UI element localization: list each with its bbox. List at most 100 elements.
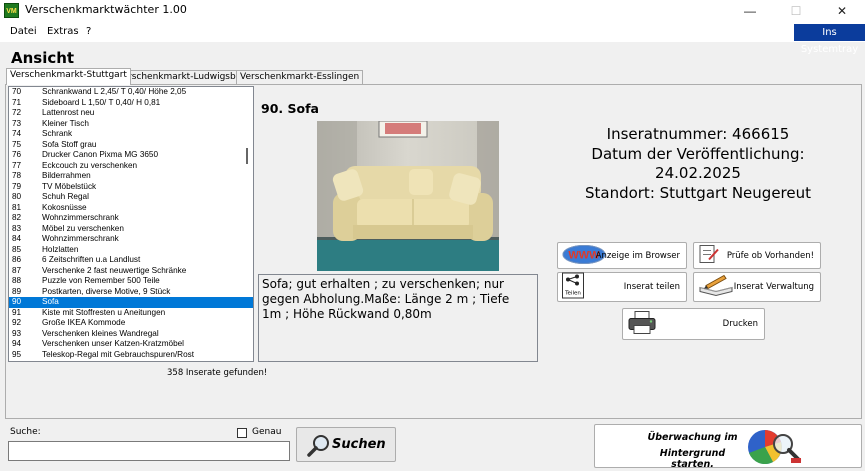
list-item-text: 6 Zeitschriften u.a Landlust (42, 255, 141, 264)
share-button[interactable]: Teilen Inserat teilen (557, 272, 687, 302)
check-button[interactable]: Prüfe ob Vorhanden! (693, 242, 821, 269)
listing-photo (317, 121, 499, 271)
list-item-number: 81 (12, 202, 22, 212)
list-item-text: Puzzle von Remember 500 Teile (42, 276, 160, 285)
list-item-text: Postkarten, diverse Motive, 9 Stück (42, 286, 171, 296)
list-scrollbar[interactable] (246, 148, 248, 164)
list-item-text: Holzlatten (42, 244, 79, 254)
list-item[interactable]: 74 Schrank (9, 129, 253, 140)
list-item[interactable]: 86 6 Zeitschriften u.a Landlust (9, 255, 253, 266)
menu-extras[interactable]: Extras (47, 26, 79, 37)
list-item-text: Drucker Canon Pixma MG 3650 (42, 150, 159, 159)
list-item[interactable]: 85 Holzlatten (9, 245, 253, 256)
list-item-text: Sofa Stoff grau (42, 139, 97, 149)
list-item-text: Kokosnüsse (42, 202, 87, 212)
list-item-text: Wohnzimmerschrank (42, 213, 119, 222)
list-item-number: 76 (12, 150, 22, 159)
list-item-number: 88 (12, 276, 22, 285)
printer-icon (627, 311, 657, 338)
list-item-number: 78 (12, 171, 22, 180)
list-item-number: 71 (12, 97, 22, 107)
monitor-line-1: Überwachung im (647, 432, 738, 443)
list-item[interactable]: 90 Sofa (9, 297, 253, 308)
list-item[interactable]: 70 Schrankwand L 2,45/ T 0,40/ Höhe 2,05 (9, 87, 253, 98)
tab-stuttgart[interactable]: Verschenkmarkt-Stuttgart (6, 68, 131, 85)
list-item-number: 92 (12, 318, 22, 327)
list-item[interactable]: 78 Bilderrahmen (9, 171, 253, 182)
search-button-label: Suchen (332, 437, 386, 452)
browser-button-label: Anzeige im Browser (595, 250, 680, 261)
list-item-text: Verschenken unser Katzen-Kratzmöbel (42, 339, 184, 348)
list-item[interactable]: 72 Lattenrost neu (9, 108, 253, 119)
manage-button[interactable]: Inserat Verwaltung (693, 272, 821, 302)
close-button[interactable]: ✕ (819, 0, 865, 22)
menu-datei[interactable]: Datei (10, 26, 37, 37)
share-icon: Teilen (562, 272, 584, 302)
search-input[interactable] (8, 441, 290, 461)
tab-esslingen[interactable]: Verschenkmarkt-Esslingen (236, 70, 364, 84)
tab-ludwigsburg[interactable]: Verschenkmarkt-Ludwigsburg (113, 70, 255, 84)
list-item-number: 79 (12, 181, 22, 191)
list-item-number: 74 (12, 129, 22, 138)
list-item[interactable]: 83 Möbel zu verschenken (9, 224, 253, 235)
datum-label: Datum der Veröffentlichung: (591, 145, 805, 163)
section-title: Ansicht (11, 49, 75, 67)
list-item-text: Schrankwand L 2,45/ T 0,40/ Höhe 2,05 (42, 87, 187, 96)
list-item[interactable]: 71 Sideboard L 1,50/ T 0,40/ H 0,81 (9, 98, 253, 109)
list-item[interactable]: 77 Eckcouch zu verschenken (9, 161, 253, 172)
list-item-number: 94 (12, 339, 22, 348)
list-item[interactable]: 75 Sofa Stoff grau (9, 140, 253, 151)
maximize-button[interactable]: ☐ (773, 0, 819, 22)
list-item-number: 83 (12, 223, 22, 233)
list-item[interactable]: 79 TV Möbelstück (9, 182, 253, 193)
list-item[interactable]: 87 Verschenke 2 fast neuwertige Schränke (9, 266, 253, 277)
search-label: Suche: (10, 427, 41, 437)
list-item-number: 93 (12, 328, 22, 338)
document-check-icon (698, 244, 720, 267)
genau-label: Genau (252, 427, 282, 437)
print-button-label: Drucken (722, 319, 758, 329)
list-item[interactable]: 89 Postkarten, diverse Motive, 9 Stück (9, 287, 253, 298)
description-scrollbar[interactable] (527, 275, 537, 361)
list-item-number: 90 (12, 297, 22, 306)
window-title: Verschenkmarktwächter 1.00 (25, 3, 187, 16)
list-item-number: 80 (12, 192, 22, 201)
list-item-number: 85 (12, 244, 22, 254)
list-item[interactable]: 81 Kokosnüsse (9, 203, 253, 214)
list-item[interactable]: 94 Verschenken unser Katzen-Kratzmöbel (9, 339, 253, 350)
menu-help[interactable]: ? (86, 26, 91, 37)
list-item-number: 77 (12, 160, 22, 170)
list-item[interactable]: 76 Drucker Canon Pixma MG 3650 (9, 150, 253, 161)
browser-button[interactable]: WWW Anzeige im Browser (557, 242, 687, 269)
pie-chart-magnifier-icon (743, 428, 805, 471)
list-item[interactable]: 82 Wohnzimmerschrank (9, 213, 253, 224)
check-button-label: Prüfe ob Vorhanden! (726, 250, 814, 261)
list-item-number: 72 (12, 108, 22, 117)
list-item[interactable]: 92 Große IKEA Kommode (9, 318, 253, 329)
list-item[interactable]: 84 Wohnzimmerschrank (9, 234, 253, 245)
notebook-pen-icon (698, 274, 734, 301)
app-icon: VM (4, 3, 19, 18)
list-item[interactable]: 80 Schuh Regal (9, 192, 253, 203)
standort: Standort: Stuttgart Neugereut (584, 184, 812, 202)
list-item[interactable]: 95 Teleskop-Regal mit Gebrauchspuren/Rost (9, 350, 253, 361)
found-count: 358 Inserate gefunden! (167, 368, 268, 378)
systemtray-button[interactable]: Ins Systemtray (794, 24, 865, 55)
listing-list[interactable]: 70 Schrankwand L 2,45/ T 0,40/ Höhe 2,05 7… (8, 86, 254, 362)
list-item-text: Kiste mit Stoffresten u Aneitungen (42, 307, 166, 317)
list-item-number: 91 (12, 307, 22, 317)
list-item-text: Möbel zu verschenken (42, 223, 124, 233)
minimize-button[interactable]: — (727, 0, 773, 22)
list-item-text: Große IKEA Kommode (42, 318, 126, 327)
list-item[interactable]: 88 Puzzle von Remember 500 Teile (9, 276, 253, 287)
monitor-line-2: Hintergrund starten. (659, 448, 726, 470)
genau-checkbox[interactable] (237, 428, 247, 438)
list-item[interactable]: 93 Verschenken kleines Wandregal (9, 329, 253, 340)
share-icon-text: Teilen (564, 291, 581, 297)
list-item[interactable]: 91 Kiste mit Stoffresten u Aneitungen (9, 308, 253, 319)
inserat-number: Inseratnummer: 466615 (606, 125, 790, 143)
list-item-number: 89 (12, 286, 22, 296)
print-button[interactable]: Drucken (622, 308, 765, 340)
list-item[interactable]: 73 Kleiner Tisch (9, 119, 253, 130)
list-item-text: Wohnzimmerschrank (42, 234, 119, 243)
